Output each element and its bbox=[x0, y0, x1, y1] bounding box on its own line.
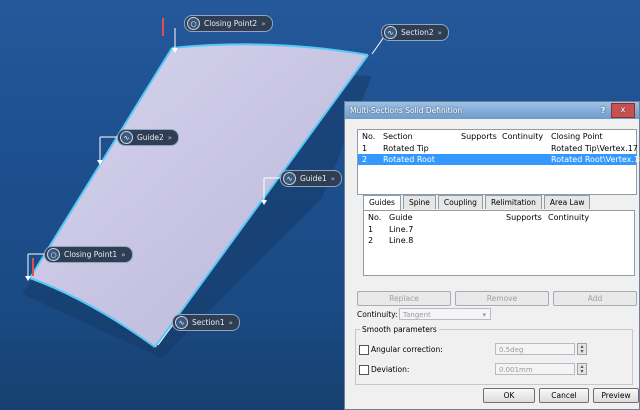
guide-no: 1 bbox=[368, 225, 374, 234]
tag-closing-point1[interactable]: ○ Closing Point1 » bbox=[44, 246, 133, 263]
guide-no: 2 bbox=[368, 236, 374, 245]
tag-label: Guide1 bbox=[300, 174, 327, 183]
tab-coupling[interactable]: Coupling bbox=[437, 195, 483, 209]
col-continuity: Continuity bbox=[548, 213, 590, 222]
smooth-parameters-group: Smooth parameters bbox=[355, 325, 633, 385]
chevron-down-icon: ▾ bbox=[482, 311, 486, 319]
sections-list-header: No. Section Supports Continuity Closing … bbox=[358, 130, 636, 143]
section-row[interactable]: 1 Rotated Tip Rotated Tip\Vertex.17 bbox=[358, 143, 638, 154]
col-section: Section bbox=[383, 132, 413, 141]
expand-arrows-icon: » bbox=[228, 318, 233, 327]
deviation-input[interactable]: 0.001mm bbox=[495, 363, 575, 375]
angular-correction-spinner[interactable]: ▴ ▾ bbox=[577, 343, 587, 355]
ok-button[interactable]: OK bbox=[483, 388, 535, 403]
angular-correction-checkbox[interactable] bbox=[359, 345, 369, 355]
close-button[interactable]: x bbox=[611, 103, 635, 118]
section-name: Rotated Root bbox=[383, 155, 435, 164]
col-guide: Guide bbox=[389, 213, 413, 222]
closing-point-icon: ○ bbox=[47, 248, 60, 261]
tag-guide2[interactable]: ∿ Guide2 » bbox=[117, 129, 180, 146]
col-continuity: Continuity bbox=[502, 132, 544, 141]
sections-list[interactable]: No. Section Supports Continuity Closing … bbox=[357, 129, 640, 195]
tag-closing-point2[interactable]: ○ Closing Point2 » bbox=[184, 15, 273, 32]
deviation-checkbox[interactable] bbox=[359, 365, 369, 375]
add-button[interactable]: Add bbox=[553, 291, 637, 306]
tab-spine[interactable]: Spine bbox=[402, 195, 436, 209]
expand-arrows-icon: » bbox=[330, 174, 336, 183]
guide-name: Line.8 bbox=[389, 236, 414, 245]
section-closing-point: Rotated Root\Vertex.18 bbox=[551, 155, 640, 164]
section-row-selected[interactable]: 2 Rotated Root Rotated Root\Vertex.18 bbox=[358, 154, 640, 165]
tag-label: Section2 bbox=[401, 28, 434, 37]
col-supports: Supports bbox=[461, 132, 497, 141]
expand-arrows-icon: » bbox=[167, 133, 173, 142]
section-no: 1 bbox=[362, 144, 368, 153]
deviation-spinner[interactable]: ▴ ▾ bbox=[577, 363, 587, 375]
cancel-button[interactable]: Cancel bbox=[539, 388, 589, 403]
guides-list[interactable]: No. Guide Supports Continuity 1 Line.7 2… bbox=[363, 210, 635, 276]
tag-label: Closing Point1 bbox=[64, 250, 118, 259]
expand-arrows-icon: » bbox=[261, 19, 266, 28]
guide-row[interactable]: 1 Line.7 bbox=[364, 224, 634, 235]
tab-bar: Guides Spine Coupling Relimitation Area … bbox=[363, 195, 592, 210]
tab-area-law[interactable]: Area Law bbox=[543, 195, 591, 209]
dialog-title: Multi-Sections Solid Definition bbox=[350, 106, 463, 115]
tag-label: Closing Point2 bbox=[204, 19, 258, 28]
guide-name: Line.7 bbox=[389, 225, 414, 234]
section-name: Rotated Tip bbox=[383, 144, 429, 153]
col-no: No. bbox=[362, 132, 376, 141]
section-no: 2 bbox=[362, 155, 368, 164]
continuity-value: Tangent bbox=[403, 311, 431, 319]
tag-label: Section1 bbox=[192, 318, 225, 327]
replace-button[interactable]: Replace bbox=[357, 291, 451, 306]
closing-point-icon: ○ bbox=[187, 17, 200, 30]
preview-button[interactable]: Preview bbox=[593, 388, 639, 403]
continuity-label: Continuity: bbox=[357, 310, 398, 319]
tab-relimitation[interactable]: Relimitation bbox=[484, 195, 542, 209]
multi-sections-solid-dialog: Multi-Sections Solid Definition ? x No. … bbox=[344, 101, 640, 410]
section-icon: ∿ bbox=[384, 26, 397, 39]
expand-arrows-icon: » bbox=[437, 28, 442, 37]
guide-icon: ∿ bbox=[120, 131, 133, 144]
section-closing-point: Rotated Tip\Vertex.17 bbox=[551, 144, 638, 153]
col-closing-point: Closing Point bbox=[551, 132, 603, 141]
tag-section2[interactable]: ∿ Section2 » bbox=[381, 24, 449, 41]
continuity-select[interactable]: Tangent ▾ bbox=[399, 308, 491, 320]
deviation-label: Deviation: bbox=[371, 365, 410, 374]
angular-correction-input[interactable]: 0.5deg bbox=[495, 343, 575, 355]
dialog-titlebar[interactable]: Multi-Sections Solid Definition ? x bbox=[345, 102, 639, 119]
remove-button[interactable]: Remove bbox=[455, 291, 549, 306]
smooth-parameters-legend: Smooth parameters bbox=[362, 325, 437, 334]
col-no: No. bbox=[368, 213, 382, 222]
expand-arrows-icon: » bbox=[121, 250, 126, 259]
section-icon: ∿ bbox=[175, 316, 188, 329]
col-supports: Supports bbox=[506, 213, 542, 222]
help-button[interactable]: ? bbox=[595, 106, 611, 115]
tab-guides[interactable]: Guides bbox=[363, 195, 401, 210]
tag-section1[interactable]: ∿ Section1 » bbox=[172, 314, 240, 331]
tag-guide1[interactable]: ∿ Guide1 » bbox=[280, 170, 343, 187]
angular-correction-label: Angular correction: bbox=[371, 345, 443, 354]
guide-row[interactable]: 2 Line.8 bbox=[364, 235, 634, 246]
guides-list-header: No. Guide Supports Continuity bbox=[364, 211, 634, 224]
guide-icon: ∿ bbox=[283, 172, 296, 185]
tag-label: Guide2 bbox=[137, 133, 164, 142]
